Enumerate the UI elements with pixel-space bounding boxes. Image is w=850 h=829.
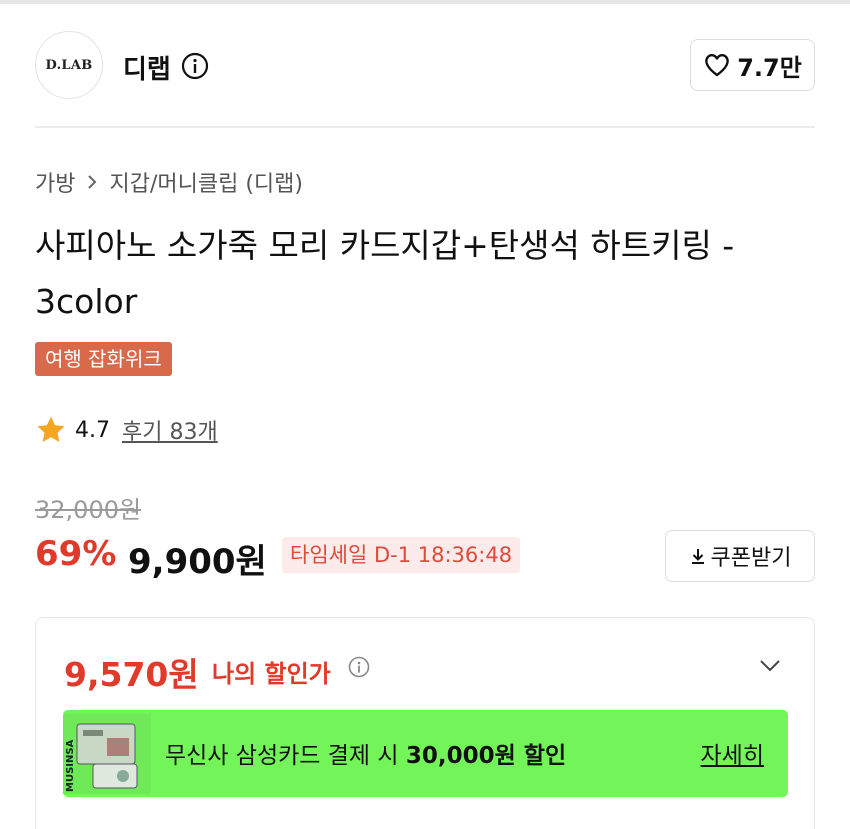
timesale-badge: 타임세일 D-1 18:36:48 [282, 537, 521, 573]
product-title: 사피아노 소가죽 모리 카드지갑+탄생석 하트키링 - 3color [35, 226, 735, 321]
rating-value: 4.7 [75, 417, 110, 443]
chevron-right-icon [88, 175, 97, 189]
like-count: 7.7만 [737, 53, 802, 82]
top-divider [0, 0, 850, 4]
price-row: 69% 9,900원 타임세일 D-1 18:36:48 쿠폰받기 [35, 530, 815, 582]
card-promo-thumbnail: MUSINSA [63, 714, 151, 794]
breadcrumb-category[interactable]: 가방 [35, 166, 75, 198]
sale-price: 9,900원 [128, 542, 267, 582]
card-promo-amount: 30,000원 할인 [405, 743, 567, 769]
rating-row: 4.7 후기 83개 [35, 414, 218, 446]
section-divider [35, 126, 815, 128]
my-discount-label: 나의 할인가 [212, 660, 331, 688]
card-promo-banner[interactable]: MUSINSA 무신사 삼성카드 결제 시 30,000원 할인 자세히 [63, 710, 788, 797]
chevron-down-icon[interactable] [758, 656, 782, 674]
breadcrumb-subcategory[interactable]: 지갑/머니클립 (디랩) [109, 166, 303, 198]
original-price: 32,000원 [35, 496, 142, 524]
promo-tag[interactable]: 여행 잡화위크 [35, 342, 172, 376]
review-link[interactable]: 후기 83개 [122, 414, 218, 446]
download-icon [691, 549, 704, 564]
info-icon[interactable] [181, 52, 209, 80]
card-detail-link[interactable]: 자세히 [701, 736, 764, 770]
card-thumb-text: MUSINSA [65, 739, 76, 792]
card-promo-prefix: 무신사 삼성카드 결제 시 [165, 743, 406, 769]
brand-logo[interactable]: D.LAB [35, 31, 103, 99]
card-promo-text: 무신사 삼성카드 결제 시 30,000원 할인 [165, 736, 566, 770]
coupon-button-label: 쿠폰받기 [710, 546, 792, 571]
benefit-box: 9,570원 나의 할인가 MUSINSA 무신사 삼성카드 결제 시 30,0… [35, 617, 815, 829]
my-discount-price: 9,570원 [64, 655, 199, 694]
discount-rate: 69% [35, 534, 117, 574]
brand-name[interactable]: 디랩 [123, 49, 171, 86]
breadcrumb: 가방 지갑/머니클립 (디랩) [35, 166, 303, 198]
heart-icon [705, 53, 730, 77]
star-icon [37, 416, 65, 442]
info-icon[interactable] [348, 656, 370, 678]
like-button[interactable]: 7.7만 [690, 39, 815, 91]
coupon-button[interactable]: 쿠폰받기 [665, 530, 815, 582]
brand-header: D.LAB 디랩 7.7만 [35, 31, 815, 99]
